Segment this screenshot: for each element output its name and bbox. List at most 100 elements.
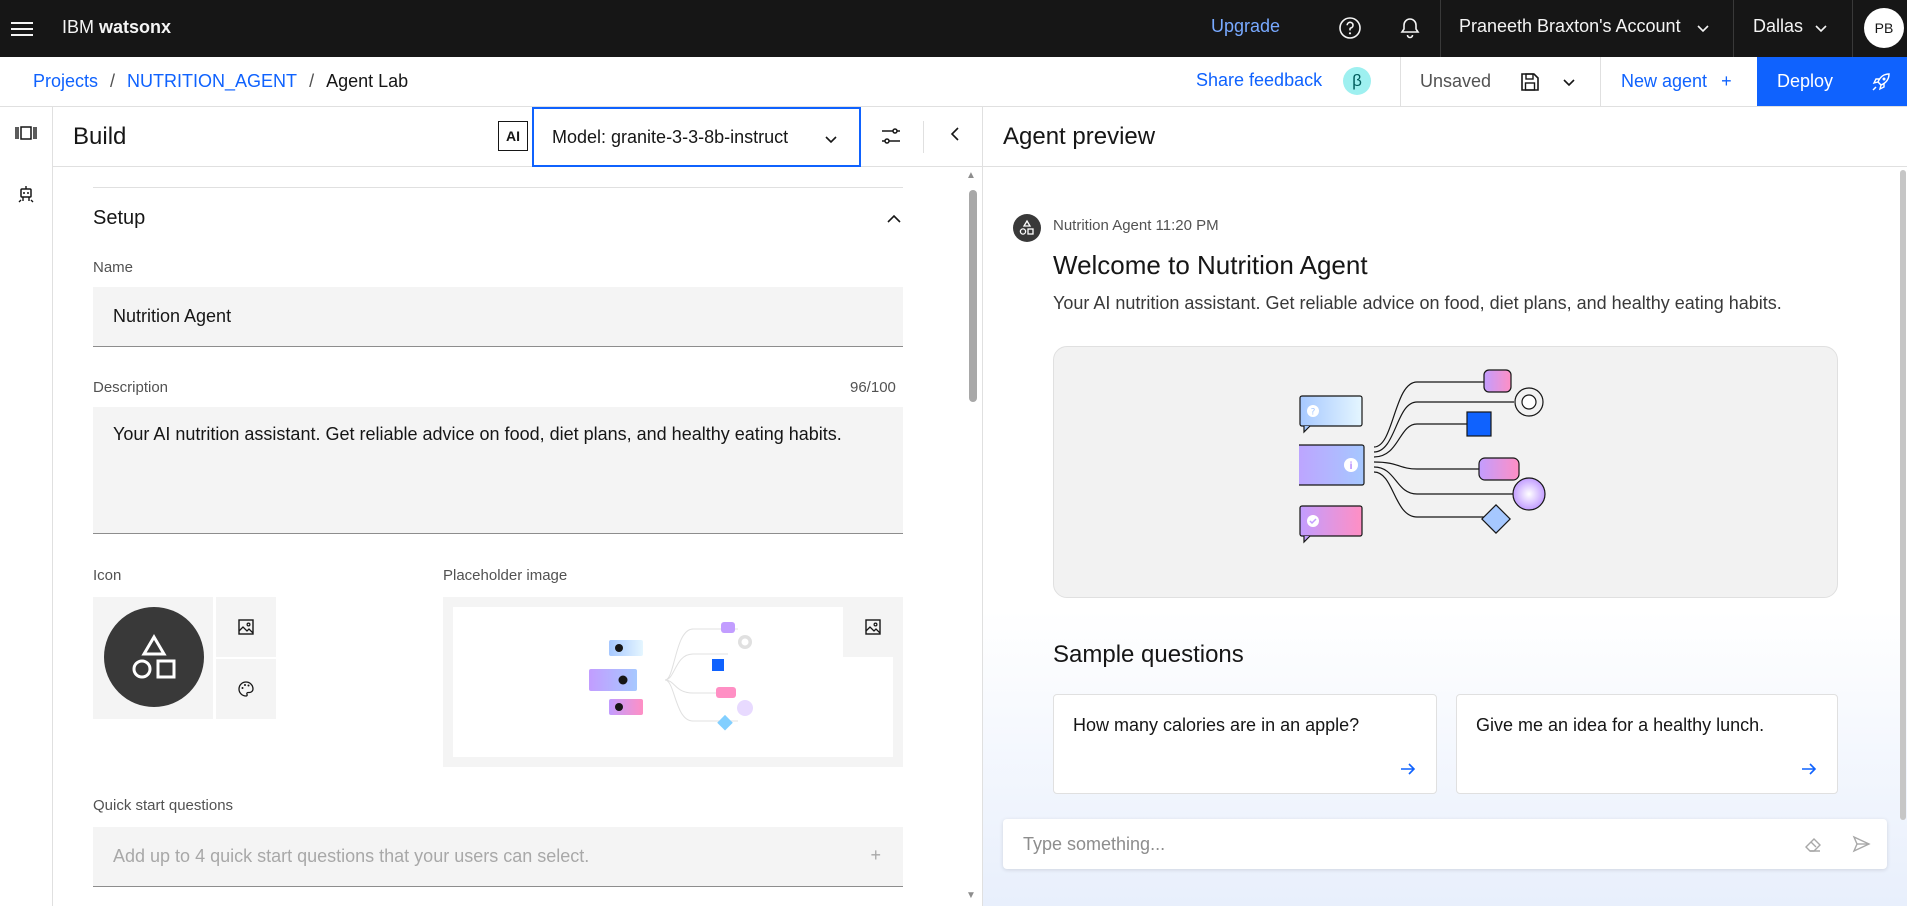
image-icon — [238, 619, 254, 635]
icon-style-button[interactable] — [216, 659, 276, 719]
sample-questions-title: Sample questions — [1053, 641, 1244, 668]
collapse-panel-button[interactable] — [946, 124, 966, 144]
agent-preview: Nutrition Agent 11:20 PM Welcome to Nutr… — [983, 167, 1907, 906]
save-button[interactable] — [1519, 71, 1541, 93]
brand-prefix: IBM — [62, 17, 95, 37]
welcome-title: Welcome to Nutrition Agent — [1053, 250, 1368, 280]
sample-question-card[interactable]: Give me an idea for a healthy lunch. — [1456, 694, 1838, 794]
image-icon — [865, 619, 881, 635]
chevron-down-icon[interactable] — [1813, 20, 1829, 36]
save-options-button[interactable] — [1561, 74, 1577, 90]
rocket-icon — [1872, 73, 1890, 91]
flow-illustration — [589, 622, 753, 731]
header-divider — [1852, 0, 1853, 57]
toolbar-divider — [1600, 57, 1601, 107]
arrow-right-icon — [1802, 763, 1817, 775]
upgrade-link[interactable]: Upgrade — [1211, 16, 1280, 37]
breadcrumb-separator: / — [110, 71, 116, 91]
welcome-description: Your AI nutrition assistant. Get reliabl… — [1053, 293, 1782, 313]
model-settings-button[interactable] — [879, 124, 903, 148]
deploy-button[interactable]: Deploy — [1757, 57, 1907, 106]
eraser-icon — [1805, 838, 1821, 852]
build-scrollbar-thumb[interactable] — [969, 190, 977, 402]
ai-badge: AI — [498, 121, 528, 151]
add-question-icon[interactable]: + — [870, 845, 881, 866]
build-header: Build AI Model: granite-3-3-8b-instruct — [53, 107, 982, 167]
notification-icon — [1400, 18, 1420, 39]
divider — [93, 187, 903, 188]
menu-button[interactable] — [0, 0, 44, 57]
account-switcher[interactable]: Praneeth Braxton's Account — [1459, 16, 1681, 37]
upload-placeholder-button[interactable] — [843, 597, 903, 657]
quick-start-placeholder: Add up to 4 quick start questions that y… — [113, 846, 590, 866]
tune-icon — [882, 128, 900, 144]
preview-title: Agent preview — [1003, 123, 1156, 150]
description-counter: 96/100 — [850, 379, 896, 396]
chevron-down-icon — [825, 136, 837, 144]
header-divider — [923, 121, 924, 153]
region-switcher[interactable]: Dallas — [1753, 16, 1803, 37]
chat-input-bar — [1003, 819, 1887, 869]
quick-start-label: Quick start questions — [93, 797, 234, 814]
breadcrumb-separator: / — [309, 71, 315, 91]
brand-logo[interactable]: IBM watsonx — [62, 17, 171, 38]
message-meta: Nutrition Agent 11:20 PM — [1053, 217, 1219, 234]
toolbar-divider — [1400, 57, 1401, 107]
breadcrumb-toolbar: Projects / NUTRITION_AGENT / Agent Lab S… — [0, 57, 1907, 107]
agent-avatar — [1013, 214, 1041, 242]
chat-input[interactable] — [1003, 819, 1783, 869]
description-label: Description — [93, 379, 169, 396]
deploy-label: Deploy — [1777, 71, 1834, 91]
name-label: Name — [93, 259, 134, 276]
arrow-right-icon — [1401, 763, 1416, 775]
breadcrumb-current: Agent Lab — [326, 71, 409, 91]
sample-question-text: Give me an idea for a healthy lunch. — [1476, 715, 1765, 735]
rail-item-agent[interactable] — [12, 179, 40, 207]
scroll-down-arrow[interactable]: ▼ — [966, 890, 976, 901]
save-icon — [1521, 73, 1539, 91]
placeholder-image-preview — [443, 597, 903, 767]
upload-icon-button[interactable] — [216, 597, 276, 657]
quick-start-input[interactable]: Add up to 4 quick start questions that y… — [93, 827, 903, 887]
header-divider — [1440, 0, 1441, 57]
placeholder-image-label: Placeholder image — [443, 567, 568, 584]
new-agent-label: New agent — [1621, 71, 1708, 91]
chevron-left-icon — [950, 127, 959, 141]
chevron-up-icon[interactable] — [885, 210, 903, 228]
send-button[interactable] — [1851, 834, 1871, 854]
agent-icon-preview — [93, 597, 213, 719]
notifications-button[interactable] — [1395, 13, 1425, 43]
scroll-up-arrow[interactable]: ▲ — [966, 170, 976, 181]
build-form: Setup Name Nutrition Agent Description 9… — [53, 167, 982, 906]
sample-question-card[interactable]: How many calories are in an apple? — [1053, 694, 1437, 794]
description-field[interactable]: Your AI nutrition assistant. Get reliabl… — [93, 407, 903, 534]
preview-scrollbar[interactable] — [1900, 170, 1906, 820]
clear-chat-button[interactable] — [1803, 834, 1823, 854]
plus-icon: + — [1721, 71, 1732, 91]
setup-section-title[interactable]: Setup — [93, 207, 145, 230]
preview-header: Agent preview — [983, 107, 1907, 167]
share-feedback-link[interactable]: Share feedback — [1196, 70, 1322, 91]
chevron-down-icon — [1563, 79, 1575, 87]
palette-icon — [238, 681, 254, 697]
brand-name: watsonx — [99, 17, 172, 37]
new-agent-button[interactable]: New agent + — [1621, 71, 1732, 92]
name-field[interactable]: Nutrition Agent — [93, 287, 903, 347]
model-selector[interactable]: Model: granite-3-3-8b-instruct — [532, 107, 861, 167]
placeholder-image — [453, 607, 893, 757]
avatar[interactable]: PB — [1864, 8, 1904, 48]
header-divider — [1733, 0, 1734, 57]
icon-label: Icon — [93, 567, 122, 584]
breadcrumb-projects[interactable]: Projects — [33, 71, 98, 92]
breadcrumb-project[interactable]: NUTRITION_AGENT — [127, 71, 297, 92]
help-icon — [1339, 17, 1361, 39]
agent-shapes-icon — [104, 607, 204, 707]
chevron-down-icon[interactable] — [1695, 20, 1711, 36]
welcome-illustration: ? i — [1053, 346, 1838, 598]
help-button[interactable] — [1335, 13, 1365, 43]
save-status: Unsaved — [1420, 71, 1492, 91]
agent-shapes-icon — [1019, 219, 1034, 235]
send-icon — [1852, 835, 1871, 853]
svg-text:i: i — [1350, 461, 1353, 472]
rail-item-build[interactable] — [12, 119, 40, 147]
